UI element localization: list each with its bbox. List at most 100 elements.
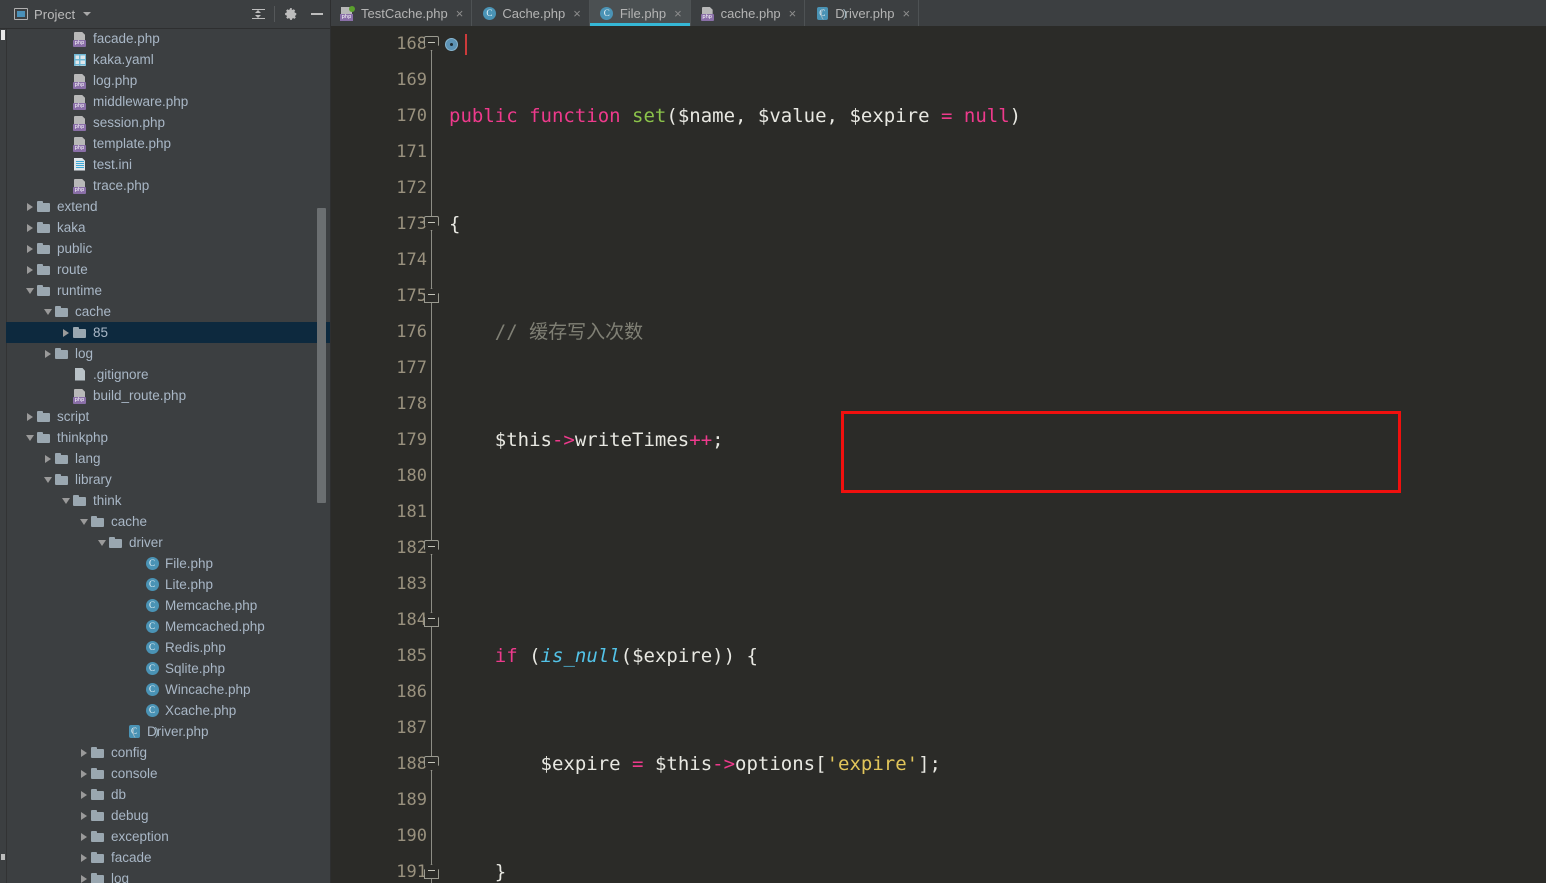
tree-item-facade-php[interactable]: facade.php [6, 28, 330, 49]
tree-item-file-php[interactable]: File.php [6, 553, 330, 574]
editor-tab-testcache-php[interactable]: TestCache.php × [331, 0, 473, 26]
chevron-right-icon[interactable] [78, 742, 90, 763]
fold-start-icon-line-173[interactable] [424, 216, 439, 231]
editor-tab-driver-php[interactable]: Driver.php× [805, 0, 920, 26]
tree-item-middleware-php[interactable]: middleware.php [6, 91, 330, 112]
project-tree-scrollbar[interactable] [317, 208, 326, 503]
tree-item-exception[interactable]: exception [6, 826, 330, 847]
tree-item-runtime[interactable]: runtime [6, 280, 330, 301]
project-panel-title-group[interactable]: Project [14, 7, 92, 22]
tree-item-library[interactable]: library [6, 469, 330, 490]
chevron-down-icon[interactable] [78, 511, 90, 532]
chevron-right-icon[interactable] [78, 847, 90, 868]
fold-start-icon-line-168[interactable] [424, 36, 439, 51]
chevron-right-icon[interactable] [78, 763, 90, 784]
tree-item-wincache-php[interactable]: Wincache.php [6, 679, 330, 700]
close-icon[interactable]: × [573, 7, 581, 20]
chevron-right-icon[interactable] [24, 217, 36, 238]
php-class-icon [144, 619, 160, 635]
chevron-right-icon[interactable] [78, 805, 90, 826]
tree-item-test-ini[interactable]: test.ini [6, 154, 330, 175]
fold-start-icon-line-188[interactable] [424, 756, 439, 771]
fold-start-icon-line-182[interactable] [424, 540, 439, 555]
tree-item-lite-php[interactable]: Lite.php [6, 574, 330, 595]
chevron-right-icon[interactable] [60, 322, 72, 343]
editor-tab-cache-php[interactable]: Cache.php × [472, 0, 590, 26]
tree-twisty-spacer [132, 595, 144, 616]
chevron-right-icon[interactable] [42, 448, 54, 469]
code-line-171: $this->writeTimes++; [494, 429, 724, 451]
chevron-down-icon[interactable] [42, 469, 54, 490]
chevron-right-icon[interactable] [78, 784, 90, 805]
tree-item-lang[interactable]: lang [6, 448, 330, 469]
chevron-down-icon[interactable] [60, 490, 72, 511]
chevron-right-icon[interactable] [24, 238, 36, 259]
tree-item-kaka[interactable]: kaka [6, 217, 330, 238]
tree-item-route[interactable]: route [6, 259, 330, 280]
tree-item-85[interactable]: 85 [6, 322, 330, 343]
fold-end-icon-line-184[interactable] [424, 612, 439, 627]
minimize-button[interactable] [304, 1, 330, 27]
chevron-down-icon[interactable] [24, 280, 36, 301]
tree-item-public[interactable]: public [6, 238, 330, 259]
code-content[interactable]: public function set($name, $value, $expi… [449, 26, 1546, 883]
folder-icon [90, 514, 106, 530]
folder-icon [54, 451, 70, 467]
tree-item-cache[interactable]: cache [6, 301, 330, 322]
tree-item--gitignore[interactable]: .gitignore [6, 364, 330, 385]
close-icon[interactable]: × [789, 7, 797, 20]
chevron-right-icon[interactable] [78, 826, 90, 847]
chevron-right-icon[interactable] [24, 406, 36, 427]
tree-twisty-spacer [60, 385, 72, 406]
close-icon[interactable]: × [674, 7, 682, 20]
collapse-all-button[interactable] [245, 1, 271, 27]
chevron-right-icon[interactable] [24, 259, 36, 280]
tree-item-console[interactable]: console [6, 763, 330, 784]
tree-item-log[interactable]: log [6, 868, 330, 883]
fold-end-icon-line-175[interactable] [424, 288, 439, 303]
editor-tab-cache-php[interactable]: cache.php × [690, 0, 806, 26]
code-folding-column[interactable] [419, 26, 445, 883]
tree-item-db[interactable]: db [6, 784, 330, 805]
close-icon[interactable]: × [456, 7, 464, 20]
chevron-down-icon[interactable] [83, 12, 92, 16]
folder-icon [90, 850, 106, 866]
tree-item-log-php[interactable]: log.php [6, 70, 330, 91]
settings-button[interactable] [278, 1, 304, 27]
chevron-right-icon[interactable] [24, 196, 36, 217]
tree-item-thinkphp[interactable]: thinkphp [6, 427, 330, 448]
tree-item-think[interactable]: think [6, 490, 330, 511]
chevron-down-icon[interactable] [24, 427, 36, 448]
code-line-168: public function set($name, $value, $expi… [449, 105, 1022, 127]
chevron-right-icon[interactable] [42, 343, 54, 364]
php-file-icon [700, 6, 715, 21]
tree-item-build-route-php[interactable]: build_route.php [6, 385, 330, 406]
tree-item-template-php[interactable]: template.php [6, 133, 330, 154]
tree-item-log[interactable]: log [6, 343, 330, 364]
tree-item-cache[interactable]: cache [6, 511, 330, 532]
tree-item-extend[interactable]: extend [6, 196, 330, 217]
chevron-right-icon[interactable] [78, 868, 90, 883]
tree-item-driver-php[interactable]: Driver.php [6, 721, 330, 742]
project-file-tree[interactable]: facade.php kaka.yaml log.php middleware.php… [6, 28, 330, 883]
tree-item-label: lang [75, 451, 101, 466]
editor-tab-file-php[interactable]: File.php × [589, 0, 691, 26]
tree-item-session-php[interactable]: session.php [6, 112, 330, 133]
tree-item-script[interactable]: script [6, 406, 330, 427]
fold-end-icon-line-191[interactable] [424, 864, 439, 879]
tree-item-facade[interactable]: facade [6, 847, 330, 868]
tree-item-config[interactable]: config [6, 742, 330, 763]
tree-item-sqlite-php[interactable]: Sqlite.php [6, 658, 330, 679]
tree-item-trace-php[interactable]: trace.php [6, 175, 330, 196]
tree-item-driver[interactable]: driver [6, 532, 330, 553]
close-icon[interactable]: × [903, 7, 911, 20]
tree-item-memcache-php[interactable]: Memcache.php [6, 595, 330, 616]
tree-item-kaka-yaml[interactable]: kaka.yaml [6, 49, 330, 70]
folder-icon [36, 409, 52, 425]
tree-item-memcached-php[interactable]: Memcached.php [6, 616, 330, 637]
chevron-down-icon[interactable] [42, 301, 54, 322]
tree-item-redis-php[interactable]: Redis.php [6, 637, 330, 658]
tree-item-debug[interactable]: debug [6, 805, 330, 826]
chevron-down-icon[interactable] [96, 532, 108, 553]
tree-item-xcache-php[interactable]: Xcache.php [6, 700, 330, 721]
